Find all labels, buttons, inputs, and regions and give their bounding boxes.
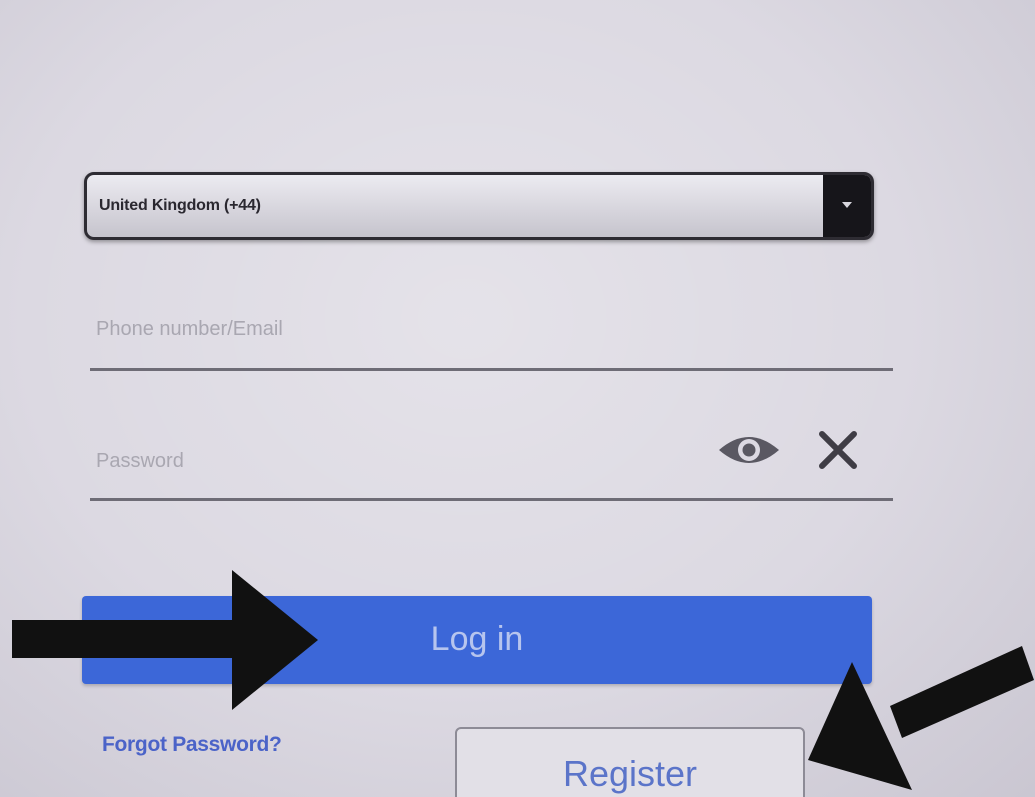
close-icon[interactable]	[816, 428, 860, 472]
phone-email-field[interactable]: Phone number/Email	[90, 308, 893, 371]
password-placeholder: Password	[96, 450, 184, 472]
eye-icon[interactable]	[716, 430, 782, 470]
country-code-select[interactable]: United Kingdom (+44)	[84, 172, 874, 240]
login-button-label: Log in	[430, 620, 524, 658]
chevron-down-icon	[842, 202, 852, 208]
phone-email-placeholder: Phone number/Email	[96, 318, 283, 340]
country-select-value: United Kingdom (+44)	[99, 197, 261, 214]
login-button[interactable]: Log in	[82, 596, 872, 684]
register-button-label: Register	[562, 753, 698, 794]
forgot-password-link[interactable]: Forgot Password?	[102, 733, 282, 757]
register-button[interactable]: Register	[455, 727, 805, 797]
select-dropdown-button[interactable]	[823, 175, 871, 237]
